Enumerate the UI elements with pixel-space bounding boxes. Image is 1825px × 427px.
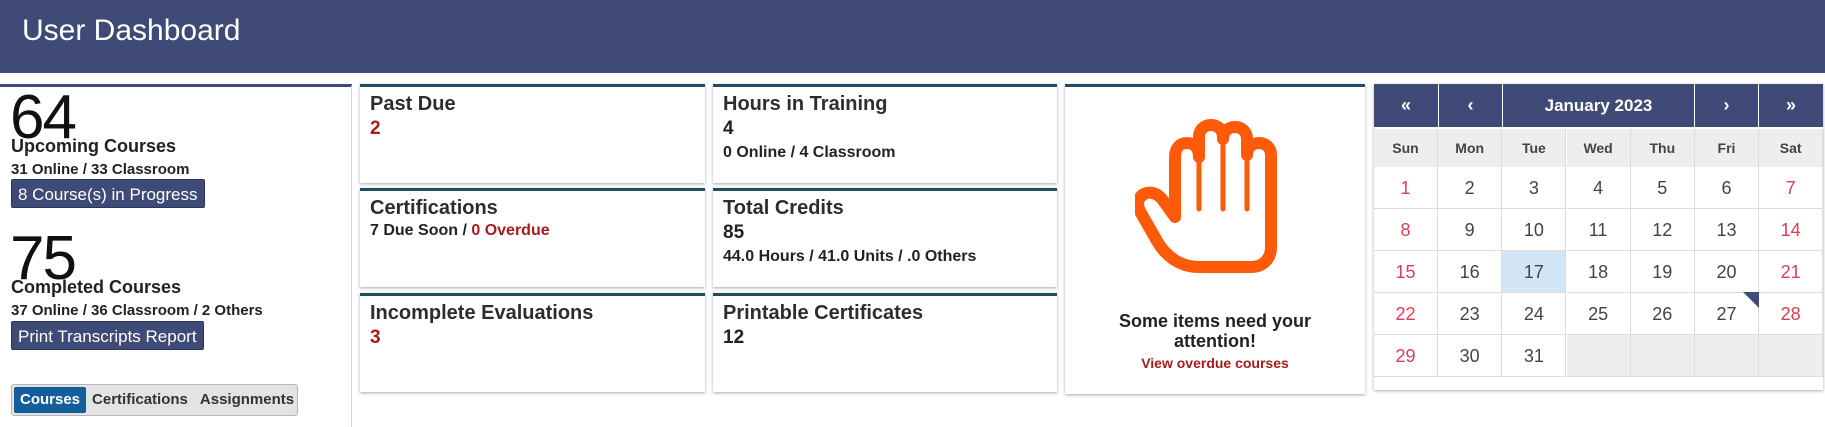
hours-in-training-card[interactable]: Hours in Training 4 0 Online / 4 Classro… (713, 84, 1057, 183)
total-credits-card[interactable]: Total Credits 85 44.0 Hours / 41.0 Units… (713, 188, 1057, 287)
calendar-day-22[interactable]: 22 (1374, 293, 1438, 335)
calendar: « ‹ January 2023 › » Sun Mon Tue Wed Thu Fri S… (1374, 84, 1824, 390)
weekday-header-wed: Wed (1566, 129, 1631, 167)
printable-certificates-value: 12 (723, 327, 745, 348)
upcoming-title: Upcoming Courses (11, 136, 177, 156)
calendar-day-3[interactable]: 3 (1502, 167, 1567, 209)
certifications-card[interactable]: Certifications 7 Due Soon / 0 Overdue (360, 188, 705, 287)
calendar-day-31[interactable]: 31 (1502, 335, 1567, 377)
past-due-card[interactable]: Past Due 2 (360, 84, 705, 183)
incomplete-evaluations-title: Incomplete Evaluations (370, 302, 594, 324)
calendar-day-21[interactable]: 21 (1759, 251, 1824, 293)
prev-month-button[interactable]: ‹ (1439, 84, 1502, 127)
calendar-day-11[interactable]: 11 (1566, 209, 1631, 251)
hours-value: 4 (723, 118, 734, 139)
calendar-day-23[interactable]: 23 (1438, 293, 1503, 335)
calendar-day-26[interactable]: 26 (1630, 293, 1695, 335)
calendar-empty-cell (1630, 335, 1695, 377)
certifications-title: Certifications (370, 197, 498, 219)
calendar-day-18[interactable]: 18 (1566, 251, 1631, 293)
calendar-day-27[interactable]: 27 (1695, 292, 1759, 335)
calendar-day-28[interactable]: 28 (1759, 293, 1824, 335)
credits-value: 85 (723, 222, 745, 243)
completed-breakdown: 37 Online / 36 Classroom / 2 Others (11, 302, 263, 319)
past-due-title: Past Due (370, 93, 456, 115)
calendar-day-20[interactable]: 20 (1695, 251, 1759, 293)
completed-title: Completed Courses (11, 277, 182, 297)
credits-breakdown: 44.0 Hours / 41.0 Units / .0 Others (723, 248, 977, 265)
printable-certificates-title: Printable Certificates (723, 302, 924, 324)
calendar-day-1[interactable]: 1 (1374, 167, 1438, 209)
calendar-day-13[interactable]: 13 (1695, 209, 1759, 251)
weekday-header-mon: Mon (1438, 129, 1503, 167)
calendar-day-16[interactable]: 16 (1438, 251, 1503, 293)
attention-message-line1: Some items need your (1118, 311, 1312, 331)
incomplete-evaluations-value: 3 (370, 327, 381, 348)
calendar-day-25[interactable]: 25 (1566, 293, 1631, 335)
weekday-header-sun: Sun (1374, 129, 1438, 167)
calendar-day-29[interactable]: 29 (1374, 335, 1438, 377)
calendar-month-label[interactable]: January 2023 (1503, 84, 1694, 127)
past-due-value: 2 (370, 118, 381, 139)
certifications-status: 7 Due Soon / 0 Overdue (370, 222, 550, 240)
calendar-day-14[interactable]: 14 (1759, 209, 1824, 251)
view-overdue-link[interactable]: View overdue courses (1065, 355, 1365, 371)
certifications-overdue: 0 Overdue (471, 222, 550, 239)
calendar-day-12[interactable]: 12 (1630, 209, 1695, 251)
in-progress-button[interactable]: 8 Course(s) in Progress (11, 179, 205, 208)
attention-message: Some items need your attention! (1065, 311, 1365, 351)
calendar-day-24[interactable]: 24 (1502, 293, 1567, 335)
weekday-header-fri: Fri (1695, 129, 1759, 167)
calendar-empty-cell (1695, 335, 1759, 377)
tab-assignments[interactable]: Assignments (194, 387, 300, 413)
event-marker (1743, 292, 1759, 308)
calendar-empty-cell (1566, 335, 1631, 377)
tab-courses[interactable]: Courses (14, 387, 87, 413)
printable-certificates-card[interactable]: Printable Certificates 12 (713, 293, 1057, 392)
hours-title: Hours in Training (723, 93, 888, 115)
calendar-day-6[interactable]: 6 (1695, 167, 1759, 209)
calendar-day-10[interactable]: 10 (1502, 209, 1567, 251)
calendar-day-5[interactable]: 5 (1630, 167, 1695, 209)
hours-breakdown: 0 Online / 4 Classroom (723, 144, 896, 161)
next-month-button[interactable]: › (1695, 84, 1758, 127)
calendar-day-9[interactable]: 9 (1438, 209, 1503, 251)
calendar-day-15[interactable]: 15 (1374, 251, 1438, 293)
incomplete-evaluations-card[interactable]: Incomplete Evaluations 3 (360, 293, 705, 392)
raised-hand-icon (1135, 119, 1277, 273)
upcoming-breakdown: 31 Online / 33 Classroom (11, 161, 190, 178)
print-transcripts-button[interactable]: Print Transcripts Report (11, 321, 204, 350)
certifications-due-soon: 7 Due Soon / (370, 222, 467, 239)
summary-panel: 64 Upcoming Courses 31 Online / 33 Class… (0, 84, 352, 427)
calendar-day-8[interactable]: 8 (1374, 209, 1438, 251)
calendar-day-7[interactable]: 7 (1759, 167, 1824, 209)
credits-title: Total Credits (723, 197, 844, 219)
page-title: User Dashboard (22, 14, 241, 47)
calendar-day-19[interactable]: 19 (1630, 251, 1695, 293)
weekday-header-sat: Sat (1759, 129, 1824, 167)
calendar-day-4[interactable]: 4 (1566, 167, 1631, 209)
calendar-day-30[interactable]: 30 (1438, 335, 1503, 377)
calendar-day-17[interactable]: 17 (1502, 251, 1567, 293)
tab-certifications[interactable]: Certifications (86, 387, 194, 413)
weekday-header-tue: Tue (1502, 129, 1567, 167)
calendar-empty-cell (1759, 335, 1824, 377)
attention-card: Some items need your attention! View ove… (1065, 84, 1365, 394)
next-year-button[interactable]: » (1759, 84, 1823, 127)
prev-year-button[interactable]: « (1374, 84, 1438, 127)
summary-tabs: Courses Certifications Assignments (11, 384, 298, 416)
page-header: User Dashboard (0, 0, 1825, 73)
weekday-header-thu: Thu (1630, 129, 1695, 167)
attention-message-line2: attention! (1174, 331, 1256, 351)
calendar-day-2[interactable]: 2 (1438, 167, 1503, 209)
